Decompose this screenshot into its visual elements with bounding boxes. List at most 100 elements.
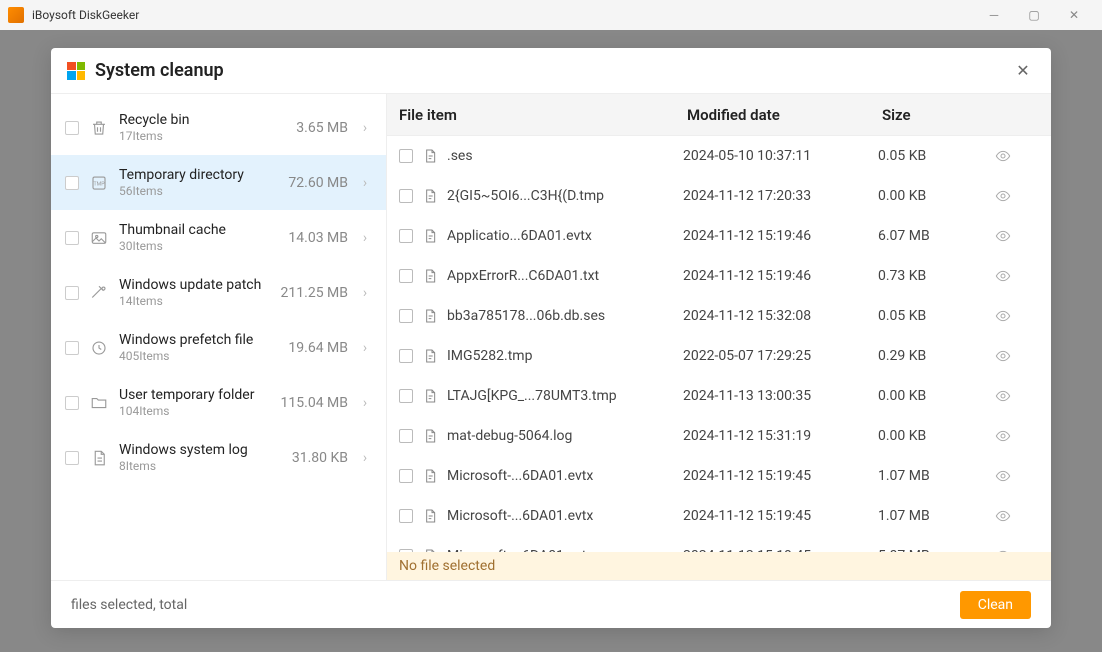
file-checkbox[interactable] bbox=[399, 189, 413, 203]
file-row[interactable]: .ses2024-05-10 10:37:110.05 KB bbox=[387, 136, 1051, 176]
category-item[interactable]: Windows update patch14Items211.25 MB› bbox=[51, 265, 386, 320]
category-item[interactable]: Windows system log8Items31.80 KB› bbox=[51, 430, 386, 485]
file-row[interactable]: Microsoft-...6DA01.evtx2024-11-12 15:19:… bbox=[387, 536, 1051, 552]
file-checkbox[interactable] bbox=[399, 469, 413, 483]
clean-button[interactable]: Clean bbox=[960, 591, 1031, 619]
category-item[interactable]: Recycle bin17Items3.65 MB› bbox=[51, 100, 386, 155]
column-modified-date[interactable]: Modified date bbox=[687, 106, 882, 124]
category-item-count: 17Items bbox=[119, 129, 268, 143]
category-checkbox[interactable] bbox=[65, 286, 79, 300]
file-name: .ses bbox=[447, 148, 683, 164]
category-item[interactable]: Thumbnail cache30Items14.03 MB› bbox=[51, 210, 386, 265]
category-checkbox[interactable] bbox=[65, 341, 79, 355]
file-pane: File item Modified date Size .ses2024-05… bbox=[386, 94, 1051, 580]
preview-button[interactable] bbox=[978, 388, 1028, 404]
file-checkbox[interactable] bbox=[399, 389, 413, 403]
file-checkbox[interactable] bbox=[399, 509, 413, 523]
category-item-count: 405Items bbox=[119, 349, 268, 363]
preview-button[interactable] bbox=[978, 468, 1028, 484]
minimize-button[interactable]: ─ bbox=[974, 0, 1014, 30]
file-name: Microsoft-...6DA01.evtx bbox=[447, 508, 683, 524]
file-checkbox[interactable] bbox=[399, 229, 413, 243]
category-checkbox[interactable] bbox=[65, 231, 79, 245]
file-list[interactable]: .ses2024-05-10 10:37:110.05 KB2{GI5~5OI6… bbox=[387, 136, 1051, 552]
file-row[interactable]: Applicatio...6DA01.evtx2024-11-12 15:19:… bbox=[387, 216, 1051, 256]
file-name: Applicatio...6DA01.evtx bbox=[447, 228, 683, 244]
category-size: 211.25 MB bbox=[278, 285, 348, 301]
maximize-button[interactable]: ▢ bbox=[1014, 0, 1054, 30]
prefetch-icon bbox=[89, 338, 109, 358]
file-icon bbox=[421, 426, 439, 446]
file-modified-date: 2024-05-10 10:37:11 bbox=[683, 148, 878, 164]
modal-title: System cleanup bbox=[95, 60, 224, 81]
file-size: 0.00 KB bbox=[878, 188, 978, 204]
preview-button[interactable] bbox=[978, 148, 1028, 164]
close-modal-button[interactable]: ✕ bbox=[1011, 59, 1035, 83]
chevron-right-icon: › bbox=[358, 395, 372, 411]
svg-text:TMP: TMP bbox=[93, 181, 105, 187]
category-item-count: 104Items bbox=[119, 404, 268, 418]
file-size: 1.07 MB bbox=[878, 508, 978, 524]
chevron-right-icon: › bbox=[358, 285, 372, 301]
category-size: 3.65 MB bbox=[278, 120, 348, 136]
column-size[interactable]: Size bbox=[882, 106, 982, 124]
preview-button[interactable] bbox=[978, 228, 1028, 244]
file-checkbox[interactable] bbox=[399, 309, 413, 323]
file-icon bbox=[421, 306, 439, 326]
file-row[interactable]: LTAJG[KPG_...78UMT3.tmp2024-11-13 13:00:… bbox=[387, 376, 1051, 416]
category-item[interactable]: TMPTemporary directory56Items72.60 MB› bbox=[51, 155, 386, 210]
file-table-header: File item Modified date Size bbox=[387, 94, 1051, 136]
file-row[interactable]: AppxErrorR...C6DA01.txt2024-11-12 15:19:… bbox=[387, 256, 1051, 296]
file-checkbox[interactable] bbox=[399, 149, 413, 163]
file-name: Microsoft-...6DA01.evtx bbox=[447, 468, 683, 484]
chevron-right-icon: › bbox=[358, 230, 372, 246]
title-bar: iBoysoft DiskGeeker ─ ▢ ✕ bbox=[0, 0, 1102, 30]
file-checkbox[interactable] bbox=[399, 269, 413, 283]
file-modified-date: 2024-11-12 15:19:46 bbox=[683, 228, 878, 244]
file-modified-date: 2024-11-12 15:32:08 bbox=[683, 308, 878, 324]
file-icon bbox=[421, 226, 439, 246]
column-file-item[interactable]: File item bbox=[387, 106, 687, 124]
file-row[interactable]: bb3a785178...06b.db.ses2024-11-12 15:32:… bbox=[387, 296, 1051, 336]
file-checkbox[interactable] bbox=[399, 429, 413, 443]
file-modified-date: 2022-05-07 17:29:25 bbox=[683, 348, 878, 364]
file-name: mat-debug-5064.log bbox=[447, 428, 683, 444]
category-size: 19.64 MB bbox=[278, 340, 348, 356]
file-modified-date: 2024-11-12 15:19:45 bbox=[683, 468, 878, 484]
category-checkbox[interactable] bbox=[65, 176, 79, 190]
file-row[interactable]: mat-debug-5064.log2024-11-12 15:31:190.0… bbox=[387, 416, 1051, 456]
selection-status-bar: No file selected bbox=[387, 552, 1051, 580]
category-name: Recycle bin bbox=[119, 112, 268, 129]
preview-button[interactable] bbox=[978, 308, 1028, 324]
file-modified-date: 2024-11-12 15:19:46 bbox=[683, 268, 878, 284]
windows-logo-icon bbox=[67, 62, 85, 80]
preview-button[interactable] bbox=[978, 428, 1028, 444]
file-size: 0.73 KB bbox=[878, 268, 978, 284]
file-row[interactable]: 2{GI5~5OI6...C3H{(D.tmp2024-11-12 17:20:… bbox=[387, 176, 1051, 216]
category-size: 72.60 MB bbox=[278, 175, 348, 191]
category-checkbox[interactable] bbox=[65, 451, 79, 465]
category-item[interactable]: User temporary folder104Items115.04 MB› bbox=[51, 375, 386, 430]
file-icon bbox=[421, 186, 439, 206]
preview-button[interactable] bbox=[978, 188, 1028, 204]
category-item[interactable]: Windows prefetch file405Items19.64 MB› bbox=[51, 320, 386, 375]
file-checkbox[interactable] bbox=[399, 349, 413, 363]
file-row[interactable]: IMG5282.tmp2022-05-07 17:29:250.29 KB bbox=[387, 336, 1051, 376]
preview-button[interactable] bbox=[978, 348, 1028, 364]
file-size: 6.07 MB bbox=[878, 228, 978, 244]
category-checkbox[interactable] bbox=[65, 121, 79, 135]
file-size: 0.00 KB bbox=[878, 428, 978, 444]
file-row[interactable]: Microsoft-...6DA01.evtx2024-11-12 15:19:… bbox=[387, 456, 1051, 496]
category-checkbox[interactable] bbox=[65, 396, 79, 410]
chevron-right-icon: › bbox=[358, 340, 372, 356]
category-item-count: 8Items bbox=[119, 459, 268, 473]
folder-icon bbox=[89, 393, 109, 413]
file-size: 1.07 MB bbox=[878, 468, 978, 484]
close-button[interactable]: ✕ bbox=[1054, 0, 1094, 30]
file-row[interactable]: Microsoft-...6DA01.evtx2024-11-12 15:19:… bbox=[387, 496, 1051, 536]
file-name: 2{GI5~5OI6...C3H{(D.tmp bbox=[447, 188, 683, 204]
category-name: Windows system log bbox=[119, 442, 268, 459]
preview-button[interactable] bbox=[978, 508, 1028, 524]
preview-button[interactable] bbox=[978, 268, 1028, 284]
category-size: 31.80 KB bbox=[278, 450, 348, 466]
